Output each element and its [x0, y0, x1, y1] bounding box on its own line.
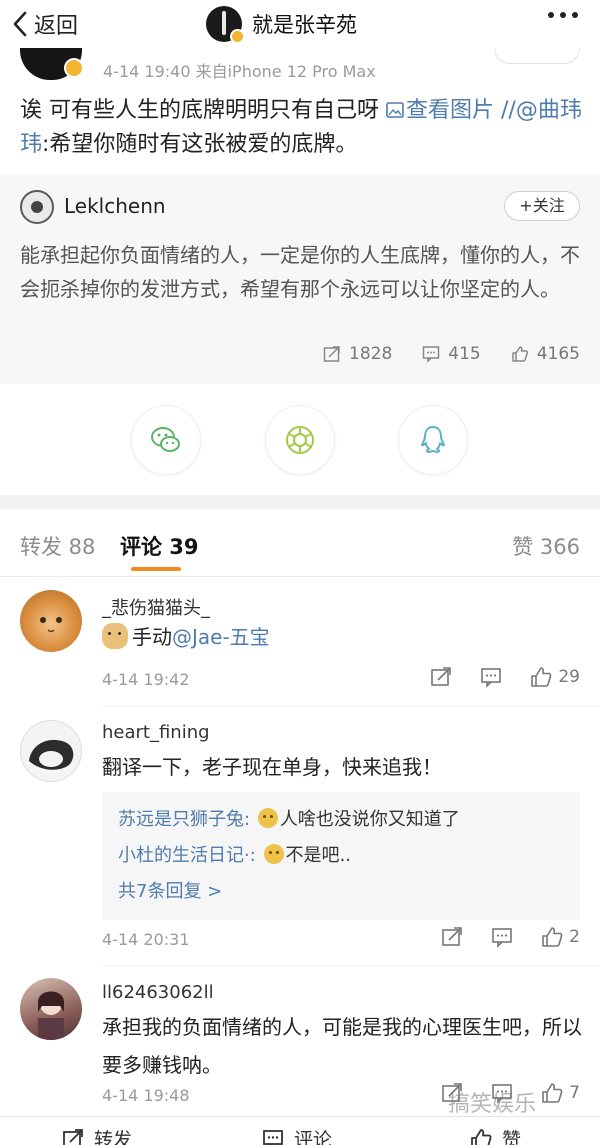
repost-author-name[interactable]: Leklchenn	[64, 194, 166, 218]
follow-button[interactable]: +关注	[504, 191, 580, 221]
thumbs-up-icon	[511, 346, 528, 362]
bottom-like-button[interactable]: 赞	[470, 1125, 521, 1145]
commenter-avatar[interactable]	[20, 978, 82, 1040]
tab-comments[interactable]: 评论 39	[120, 531, 199, 561]
repost-text: 能承担起你负面情绪的人，一定是你的人生底牌，懂你的人，不会扼杀掉你的发泄方式，希…	[20, 243, 580, 301]
like-count[interactable]: 4165	[511, 344, 580, 364]
nav-avatar[interactable]	[206, 6, 245, 44]
comment-like-button[interactable]: 29	[530, 666, 580, 688]
reply-line: 小杜的生活日记·: 不是吧..	[118, 844, 351, 866]
commenter-name[interactable]: _悲伤猫猫头_	[102, 594, 210, 620]
nav-bar: 返回 就是张辛苑	[0, 0, 600, 48]
comment-like-count: 7	[569, 1083, 580, 1103]
repost-icon	[431, 667, 452, 686]
commenter-avatar[interactable]	[20, 590, 82, 652]
active-tab-indicator	[131, 567, 181, 571]
section-divider	[0, 495, 600, 509]
post-header: 4-14 19:40 来自iPhone 12 Pro Max	[0, 28, 600, 88]
comment-like-count: 2	[569, 927, 580, 947]
comment-time: 4-14 20:31	[102, 930, 190, 949]
image-icon	[386, 102, 404, 118]
tab-reposts[interactable]: 转发 88	[20, 531, 95, 561]
tab-likes[interactable]: 赞 366	[512, 531, 580, 561]
view-image-link[interactable]: 查看图片	[386, 98, 494, 123]
comment-text: 翻译一下，老子现在单身，快来追我！	[102, 755, 442, 779]
repost-stats: 1828 415 4165	[323, 344, 580, 364]
repost-icon	[323, 346, 340, 362]
bottom-action-bar: 转发 评论 赞	[0, 1116, 600, 1145]
back-label: 返回	[34, 14, 79, 39]
commenter-name[interactable]: heart_fining	[102, 722, 210, 743]
verified-badge-icon	[64, 58, 84, 78]
comment-text: 手动@Jae-五宝	[102, 618, 582, 656]
comment-repost-button[interactable]	[441, 926, 463, 948]
comment-text: 承担我的负面情绪的人，可能是我的心理医生吧，所以要多赚钱呐。	[102, 1015, 582, 1077]
wechat-icon	[151, 427, 180, 452]
back-button[interactable]: 返回	[12, 6, 78, 42]
share-wechat-button[interactable]	[131, 405, 201, 475]
thumbs-up-icon	[471, 1128, 492, 1145]
comment-reply-button[interactable]	[491, 926, 513, 948]
watermark: 搞笑娱乐	[448, 1092, 537, 1117]
shocked-emoji-icon	[263, 844, 284, 864]
comment-icon	[263, 1129, 283, 1145]
post-text: 诶 可有些人生的底牌明明只有自己呀 查看图片 //@曲玮玮:希望你随时有这张被爱…	[20, 98, 582, 157]
view-all-replies-link[interactable]: 共7条回复 >	[118, 874, 564, 910]
post-time-source: 4-14 19:40 来自iPhone 12 Pro Max	[103, 62, 376, 81]
comment-like-count: 29	[558, 667, 580, 687]
comment-item: heart_fining 翻译一下，老子现在单身，快来追我！ 苏远是只狮子兔: …	[0, 708, 600, 966]
comment-count[interactable]: 415	[422, 344, 481, 364]
commenter-name[interactable]: ll62463062ll	[102, 982, 214, 1003]
share-moments-button[interactable]	[265, 405, 335, 475]
reposted-weibo[interactable]: Leklchenn +关注 能承担起你负面情绪的人，一定是你的人生底牌，懂你的人…	[0, 174, 600, 384]
comment-icon	[423, 346, 440, 363]
comment-repost-button[interactable]	[430, 666, 452, 688]
comment-actions: 29	[430, 666, 580, 688]
reply-line: 苏远是只狮子兔: 人啥也没说你又知道了	[118, 808, 460, 830]
comment-item: _悲伤猫猫头_ 手动@Jae-五宝 4-14 19:42 29	[0, 578, 600, 708]
share-row	[0, 385, 600, 495]
moments-icon	[286, 426, 314, 454]
thumbs-up-icon	[542, 1083, 563, 1103]
comment-time: 4-14 19:42	[102, 670, 190, 689]
bottom-comment-button[interactable]: 评论	[262, 1125, 332, 1145]
commenter-avatar[interactable]	[20, 720, 82, 782]
thumbs-up-icon	[531, 667, 552, 687]
repost-icon	[442, 927, 462, 946]
nav-user[interactable]: 就是张辛苑	[206, 4, 357, 44]
reply-preview-box[interactable]: 苏远是只狮子兔: 人啥也没说你又知道了 小杜的生活日记·: 不是吧.. 共7条回…	[102, 792, 580, 920]
share-qq-button[interactable]	[398, 405, 468, 475]
comment-time: 4-14 19:48	[102, 1086, 190, 1105]
bottom-repost-button[interactable]: 转发	[62, 1125, 132, 1145]
verified-badge-icon	[230, 29, 245, 44]
comment-actions: 2	[441, 926, 580, 948]
comment-divider	[102, 706, 600, 707]
mention-link[interactable]: @Jae-五宝	[172, 625, 270, 649]
repost-icon	[63, 1128, 83, 1145]
shocked-emoji-icon	[257, 808, 278, 828]
comment-icon	[492, 928, 512, 948]
comment-icon	[481, 668, 502, 688]
nav-title: 就是张辛苑	[252, 13, 357, 37]
thumbs-up-icon	[542, 927, 563, 947]
repost-count[interactable]: 1828	[323, 344, 392, 364]
more-options-icon[interactable]	[548, 12, 578, 18]
reply-author[interactable]: 小杜的生活日记·:	[118, 845, 256, 866]
interaction-tabs: 转发 88 评论 39 赞 366	[0, 509, 600, 577]
reply-author[interactable]: 苏远是只狮子兔:	[118, 809, 250, 830]
doge-emoji-icon	[102, 623, 128, 649]
comment-like-button[interactable]: 2	[541, 926, 580, 948]
comment-like-button[interactable]: 7	[541, 1082, 580, 1104]
qq-icon	[421, 426, 445, 453]
chevron-left-icon	[13, 11, 27, 37]
repost-author-avatar[interactable]	[20, 190, 54, 224]
comment-reply-button[interactable]	[480, 666, 502, 688]
